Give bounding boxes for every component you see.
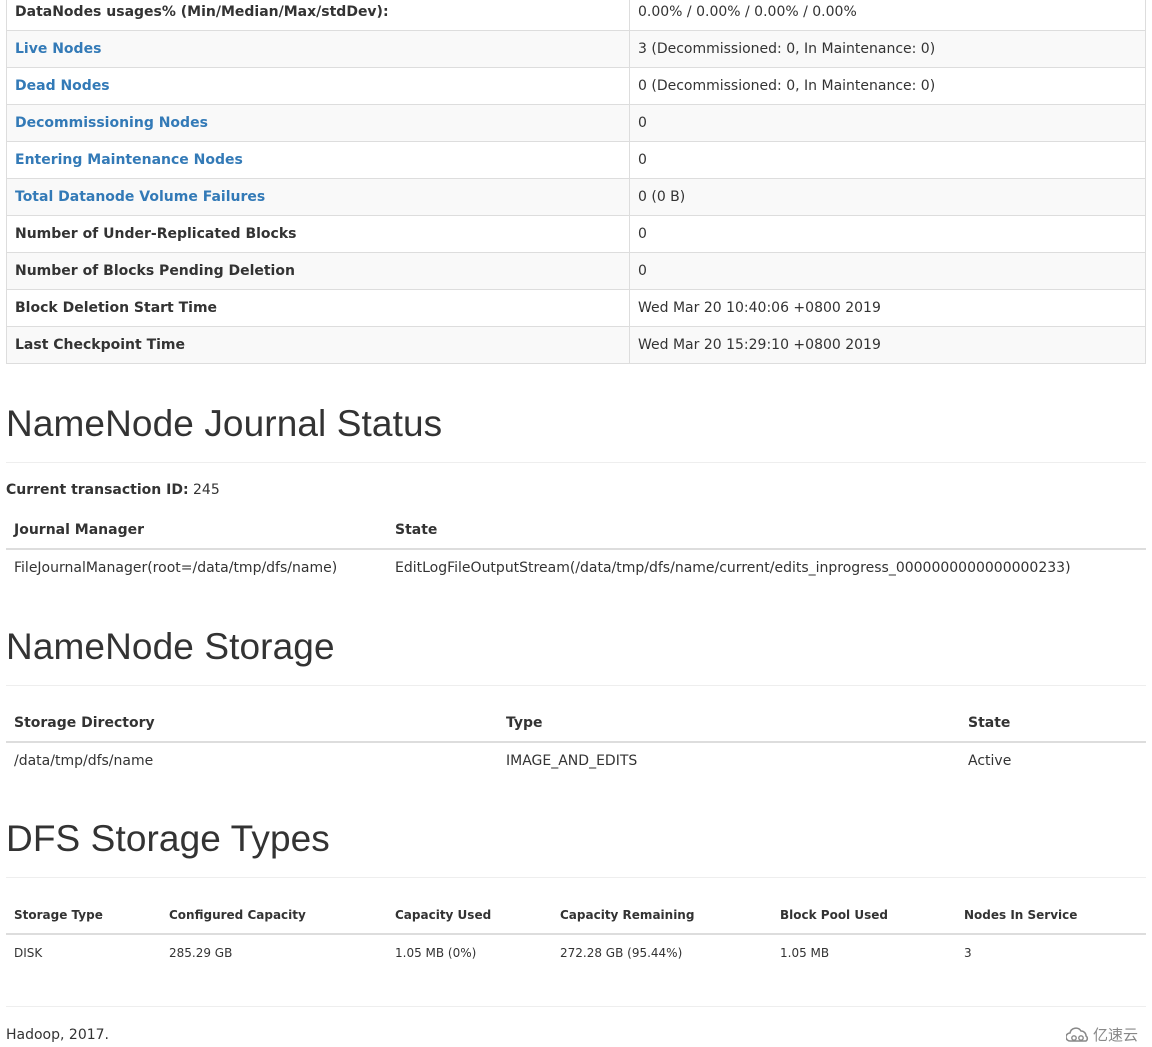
- table-row: Total Datanode Volume Failures 0 (0 B): [6, 178, 1146, 216]
- configured-capacity-cell: 285.29 GB: [169, 946, 233, 960]
- configured-capacity-header: Configured Capacity: [161, 897, 387, 935]
- overview-label-cell: Total Datanode Volume Failures: [6, 178, 630, 216]
- overview-label: DataNodes usages% (Min/Median/Max/stdDev…: [15, 4, 389, 20]
- table-row: Number of Blocks Pending Deletion 0: [6, 252, 1146, 290]
- watermark-text: 亿速云: [1092, 1026, 1138, 1044]
- overview-value-cell: 0: [629, 252, 1146, 290]
- overview-link-decommissioning-nodes[interactable]: Decommissioning Nodes: [15, 115, 208, 131]
- divider: [6, 877, 1146, 878]
- journal-manager-cell: FileJournalManager(root=/data/tmp/dfs/na…: [14, 560, 338, 576]
- storage-state-header: State: [960, 705, 1146, 743]
- storage-type-cell: DISK: [14, 946, 43, 960]
- table-row: Block Deletion Start Time Wed Mar 20 10:4…: [6, 289, 1146, 327]
- table-row: Dead Nodes 0 (Decommissioned: 0, In Maint…: [6, 67, 1146, 105]
- capacity-remaining-cell: 272.28 GB (95.44%): [560, 946, 683, 960]
- storage-directory-cell: /data/tmp/dfs/name: [14, 753, 154, 769]
- txid-label: Current transaction ID:: [6, 482, 189, 498]
- table-row: Entering Maintenance Nodes 0: [6, 141, 1146, 179]
- capacity-remaining-header: Capacity Remaining: [552, 897, 772, 935]
- overview-value-cell: 0 (Decommissioned: 0, In Maintenance: 0): [629, 67, 1146, 105]
- overview-link-dead-nodes[interactable]: Dead Nodes: [15, 78, 110, 94]
- capacity-used-header: Capacity Used: [387, 897, 552, 935]
- storage-directory-header: Storage Directory: [6, 705, 498, 743]
- footer-copyright: Hadoop, 2017.: [6, 1027, 109, 1043]
- overview-label: Last Checkpoint Time: [15, 337, 186, 353]
- overview-label-cell: DataNodes usages% (Min/Median/Max/stdDev…: [6, 0, 630, 31]
- block-pool-used-cell: 1.05 MB: [780, 946, 830, 960]
- footer-divider: [6, 1006, 1146, 1007]
- table-row: FileJournalManager(root=/data/tmp/dfs/na…: [6, 549, 1146, 586]
- journal-state-header: State: [387, 512, 1146, 550]
- overview-value-cell: 0 (0 B): [629, 178, 1146, 216]
- capacity-used-cell: 1.05 MB (0%): [395, 946, 477, 960]
- table-row: Live Nodes 3 (Decommissioned: 0, In Maint…: [6, 30, 1146, 68]
- storage-type-cell: IMAGE_AND_EDITS: [506, 753, 638, 769]
- table-row: DISK 285.29 GB 1.05 MB (0%) 272.28 GB (9…: [6, 934, 1146, 971]
- table-row: Number of Under-Replicated Blocks 0: [6, 215, 1146, 253]
- overview-value-cell: Wed Mar 20 10:40:06 +0800 2019: [629, 289, 1146, 327]
- journal-state-cell: EditLogFileOutputStream(/data/tmp/dfs/na…: [395, 560, 1071, 576]
- journal-manager-header: Journal Manager: [6, 512, 387, 550]
- overview-label: Number of Blocks Pending Deletion: [15, 263, 295, 279]
- overview-value-cell: 0.00% / 0.00% / 0.00% / 0.00%: [629, 0, 1146, 31]
- overview-label-cell: Last Checkpoint Time: [6, 326, 630, 364]
- overview-value-cell: 0: [629, 141, 1146, 179]
- overview-link-entering-maintenance-nodes[interactable]: Entering Maintenance Nodes: [15, 152, 243, 168]
- journal-status-heading: NameNode Journal Status: [6, 403, 443, 444]
- table-row: Last Checkpoint Time Wed Mar 20 15:29:10 …: [6, 326, 1146, 364]
- block-pool-used-header: Block Pool Used: [772, 897, 956, 935]
- storage-state-cell: Active: [968, 753, 1012, 769]
- divider: [6, 685, 1146, 686]
- current-transaction-id: Current transaction ID: 245: [6, 482, 220, 498]
- divider: [6, 462, 1146, 463]
- overview-label-cell: Block Deletion Start Time: [6, 289, 630, 327]
- overview-value-cell: 3 (Decommissioned: 0, In Maintenance: 0): [629, 30, 1146, 68]
- journal-table: Journal Manager State FileJournalManager…: [6, 512, 1146, 586]
- overview-table: DataNodes usages% (Min/Median/Max/stdDev…: [6, 0, 1146, 364]
- overview-link-live-nodes[interactable]: Live Nodes: [15, 41, 101, 57]
- storage-type-header: Storage Type: [6, 897, 161, 935]
- overview-label-cell: Dead Nodes: [6, 67, 630, 105]
- dfs-storage-types-heading: DFS Storage Types: [6, 818, 330, 859]
- overview-value-cell: Wed Mar 20 15:29:10 +0800 2019: [629, 326, 1146, 364]
- nodes-in-service-cell: 3: [964, 946, 972, 960]
- overview-label: Number of Under-Replicated Blocks: [15, 226, 297, 242]
- overview-value-cell: 0: [629, 104, 1146, 142]
- overview-label-cell: Live Nodes: [6, 30, 630, 68]
- storage-type-header: Type: [498, 705, 960, 743]
- namenode-storage-heading: NameNode Storage: [6, 626, 335, 667]
- dfs-storage-types-table: Storage Type Configured Capacity Capacit…: [6, 897, 1146, 971]
- overview-link-total-datanode-volume-failures[interactable]: Total Datanode Volume Failures: [15, 189, 265, 205]
- table-row: Decommissioning Nodes 0: [6, 104, 1146, 142]
- overview-label-cell: Decommissioning Nodes: [6, 104, 630, 142]
- nodes-in-service-header: Nodes In Service: [956, 897, 1146, 935]
- watermark: 亿速云: [1065, 1024, 1138, 1045]
- txid-value: 245: [193, 482, 220, 498]
- overview-label: Block Deletion Start Time: [15, 300, 218, 316]
- table-row: /data/tmp/dfs/name IMAGE_AND_EDITS Activ…: [6, 742, 1146, 779]
- overview-label-cell: Number of Blocks Pending Deletion: [6, 252, 630, 290]
- overview-label-cell: Entering Maintenance Nodes: [6, 141, 630, 179]
- overview-label-cell: Number of Under-Replicated Blocks: [6, 215, 630, 253]
- namenode-storage-table: Storage Directory Type State /data/tmp/d…: [6, 705, 1146, 779]
- overview-value-cell: 0: [629, 215, 1146, 253]
- table-row: DataNodes usages% (Min/Median/Max/stdDev…: [6, 0, 1146, 31]
- cloud-logo-icon: [1065, 1026, 1090, 1043]
